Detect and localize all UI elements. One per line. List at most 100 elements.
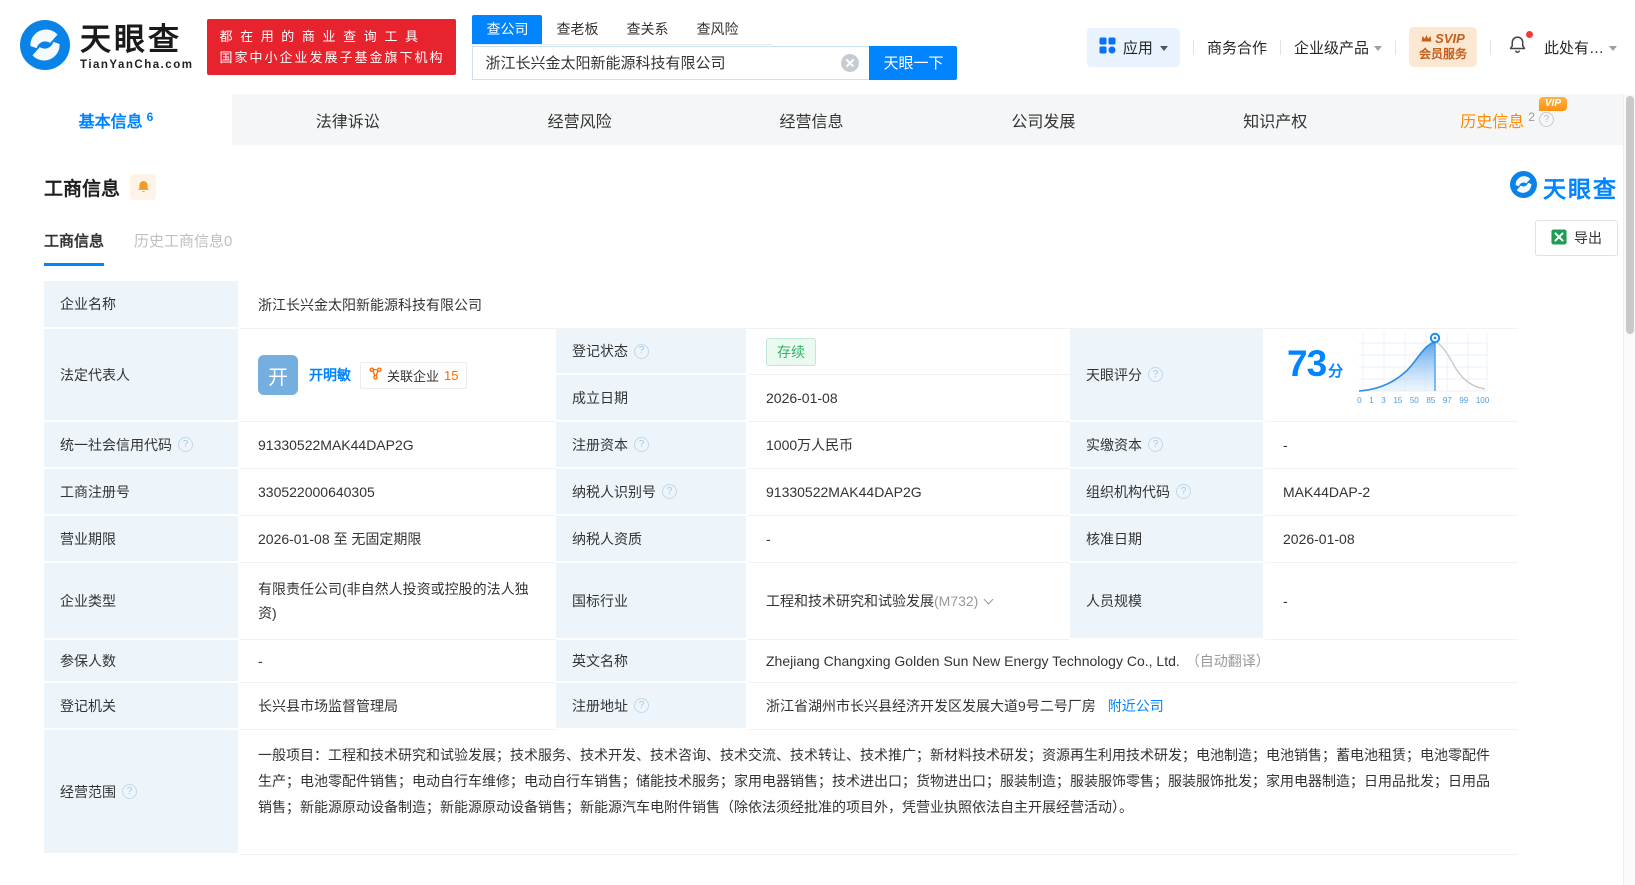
score-value-cell: 73 分 0 1 3 15 50 85 97 99 100 xyxy=(1265,329,1518,422)
tab-company-development[interactable]: 公司发展 xyxy=(927,94,1159,145)
monitor-bell-icon[interactable] xyxy=(130,174,157,200)
company-name-label: 企业名称 xyxy=(44,281,240,329)
help-icon[interactable]: ? xyxy=(178,437,193,452)
tab-basic-info[interactable]: 基本信息 6 xyxy=(0,94,232,145)
search-button[interactable]: 天眼一下 xyxy=(869,45,958,80)
reg-address-label: 注册地址 ? xyxy=(556,683,748,730)
business-term-value: 2026-01-08 至 无固定期限 xyxy=(240,516,556,563)
help-icon[interactable]: ? xyxy=(634,343,649,359)
tianyancha-logo-icon xyxy=(20,19,70,75)
apps-grid-icon xyxy=(1099,37,1116,58)
search-tab-company[interactable]: 查公司 xyxy=(472,14,543,44)
english-name-value: Zhejiang Changxing Golden Sun New Energy… xyxy=(766,653,1180,669)
help-icon[interactable]: ? xyxy=(1176,484,1191,499)
tab-basic-info-count: 6 xyxy=(146,109,154,124)
related-companies-count: 15 xyxy=(444,367,459,383)
nearby-companies-link[interactable]: 附近公司 xyxy=(1108,696,1164,716)
taxpayer-id-label-text: 纳税人识别号 xyxy=(572,483,656,500)
reg-capital-label-text: 注册资本 xyxy=(572,436,628,453)
help-icon[interactable]: ? xyxy=(634,698,649,713)
apps-menu-button[interactable]: 应用 xyxy=(1086,27,1180,67)
tab-operating-info[interactable]: 经营信息 xyxy=(696,94,928,145)
legal-rep-avatar[interactable]: 开 xyxy=(258,355,298,395)
search-tabs: 查公司 查老板 查关系 查风险 xyxy=(472,14,773,45)
notification-red-dot xyxy=(1525,31,1533,38)
reg-authority-value: 长兴县市场监督管理局 xyxy=(240,683,556,730)
help-icon[interactable]: ? xyxy=(662,484,677,499)
divider xyxy=(1489,39,1491,55)
help-icon[interactable]: ? xyxy=(1538,112,1554,127)
search-input[interactable] xyxy=(472,45,870,80)
english-name-label: 英文名称 xyxy=(556,640,748,683)
tab-legal-label: 法律诉讼 xyxy=(315,113,380,131)
reg-status-value: 存续 xyxy=(748,329,1070,375)
industry-code: (M732) xyxy=(934,593,979,609)
page-scrollbar xyxy=(1623,94,1635,885)
business-term-label: 营业期限 xyxy=(44,516,240,563)
help-icon[interactable]: ? xyxy=(1148,367,1163,382)
related-companies-label: 关联企业 xyxy=(387,368,440,384)
help-icon[interactable]: ? xyxy=(1148,437,1163,452)
business-scope-value: 一般项目：工程和技术研究和试验发展；技术服务、技术开发、技术咨询、技术交流、技术… xyxy=(240,730,1518,855)
org-code-value: MAK44DAP-2 xyxy=(1265,469,1518,516)
score-label: 天眼评分 ? xyxy=(1070,329,1265,422)
tab-development-label: 公司发展 xyxy=(1011,113,1076,131)
company-type-value: 有限责任公司(非自然人投资或控股的法人独资) xyxy=(240,563,556,640)
reg-status-label-text: 登记状态 xyxy=(572,343,628,359)
insured-count-label: 参保人数 xyxy=(44,640,240,683)
help-icon[interactable]: ? xyxy=(634,437,649,452)
search-tab-risk[interactable]: 查风险 xyxy=(682,15,752,44)
industry-value: 工程和技术研究和试验发展 xyxy=(766,593,934,609)
scrollbar-thumb[interactable] xyxy=(1626,96,1634,334)
chevron-down-icon xyxy=(1609,45,1617,51)
user-account-menu[interactable]: 此处有… xyxy=(1544,37,1617,58)
chevron-down-icon xyxy=(1159,45,1168,51)
auto-translate-note: （自动翻译） xyxy=(1185,653,1270,669)
watermark-text: 天眼查 xyxy=(1543,176,1618,202)
promo-line-2: 国家中小企业发展子基金旗下机构 xyxy=(219,50,445,65)
legal-rep-label: 法定代表人 xyxy=(44,329,240,422)
insured-count-value: - xyxy=(240,640,556,683)
search-input-wrap xyxy=(472,45,870,80)
svip-membership-button[interactable]: SVIP 会员服务 xyxy=(1408,26,1477,68)
tianyancha-company-page: 天眼查 TianYanCha.com 都 在 用 的 商 业 查 询 工 具 国… xyxy=(0,0,1635,885)
staff-size-label: 人员规模 xyxy=(1070,563,1265,640)
subtab-row: 工商信息 历史工商信息0 导出 xyxy=(44,220,1618,266)
vip-badge: VIP xyxy=(1538,97,1568,111)
tab-history-info[interactable]: VIP 历史信息 2 ? xyxy=(1391,94,1623,145)
business-scope-label-text: 经营范围 xyxy=(60,783,116,800)
promo-banner: 都 在 用 的 商 业 查 询 工 具 国家中小企业发展子基金旗下机构 xyxy=(207,18,457,76)
business-cooperation-link[interactable]: 商务合作 xyxy=(1207,37,1267,58)
help-icon[interactable]: ? xyxy=(122,784,137,799)
chevron-down-icon[interactable] xyxy=(983,594,994,605)
taxpayer-quality-value: - xyxy=(748,516,1070,563)
tab-intellectual-property[interactable]: 知识产权 xyxy=(1159,94,1391,145)
subtab-business-info[interactable]: 工商信息 xyxy=(44,230,105,266)
reg-capital-value: 1000万人民币 xyxy=(748,422,1070,469)
export-button[interactable]: 导出 xyxy=(1535,220,1618,256)
search-tab-relation[interactable]: 查关系 xyxy=(612,15,682,44)
reg-number-label: 工商注册号 xyxy=(44,469,240,516)
tab-legal-proceedings[interactable]: 法律诉讼 xyxy=(232,94,464,145)
site-logo[interactable]: 天眼查 TianYanCha.com xyxy=(20,19,193,75)
apps-label: 应用 xyxy=(1122,39,1153,57)
credit-code-value: 91330522MAK44DAP2G xyxy=(240,422,556,469)
tianyancha-watermark: 天眼查 xyxy=(1510,170,1618,204)
status-badge: 存续 xyxy=(766,337,816,366)
score-axis-labels: 0 1 3 15 50 85 97 99 100 xyxy=(1357,396,1490,405)
search-tab-boss[interactable]: 查老板 xyxy=(542,15,612,44)
related-companies-badge[interactable]: 关联企业 15 xyxy=(360,361,468,389)
subtab-history-business-info[interactable]: 历史工商信息0 xyxy=(134,230,232,266)
legal-rep-name-link[interactable]: 开明敏 xyxy=(309,365,351,385)
industry-label: 国标行业 xyxy=(556,563,748,640)
reg-number-value: 330522000640305 xyxy=(240,469,556,516)
tab-history-label: 历史信息 xyxy=(1460,113,1525,131)
tab-operating-label: 经营信息 xyxy=(779,113,844,131)
divider xyxy=(1192,39,1194,55)
notifications-bell-icon[interactable] xyxy=(1504,31,1533,62)
enterprise-products-link[interactable]: 企业级产品 xyxy=(1294,37,1382,58)
network-icon xyxy=(369,367,382,383)
search-box: 天眼一下 xyxy=(472,45,958,80)
clear-search-icon[interactable] xyxy=(841,53,860,72)
tab-operating-risk[interactable]: 经营风险 xyxy=(464,94,696,145)
